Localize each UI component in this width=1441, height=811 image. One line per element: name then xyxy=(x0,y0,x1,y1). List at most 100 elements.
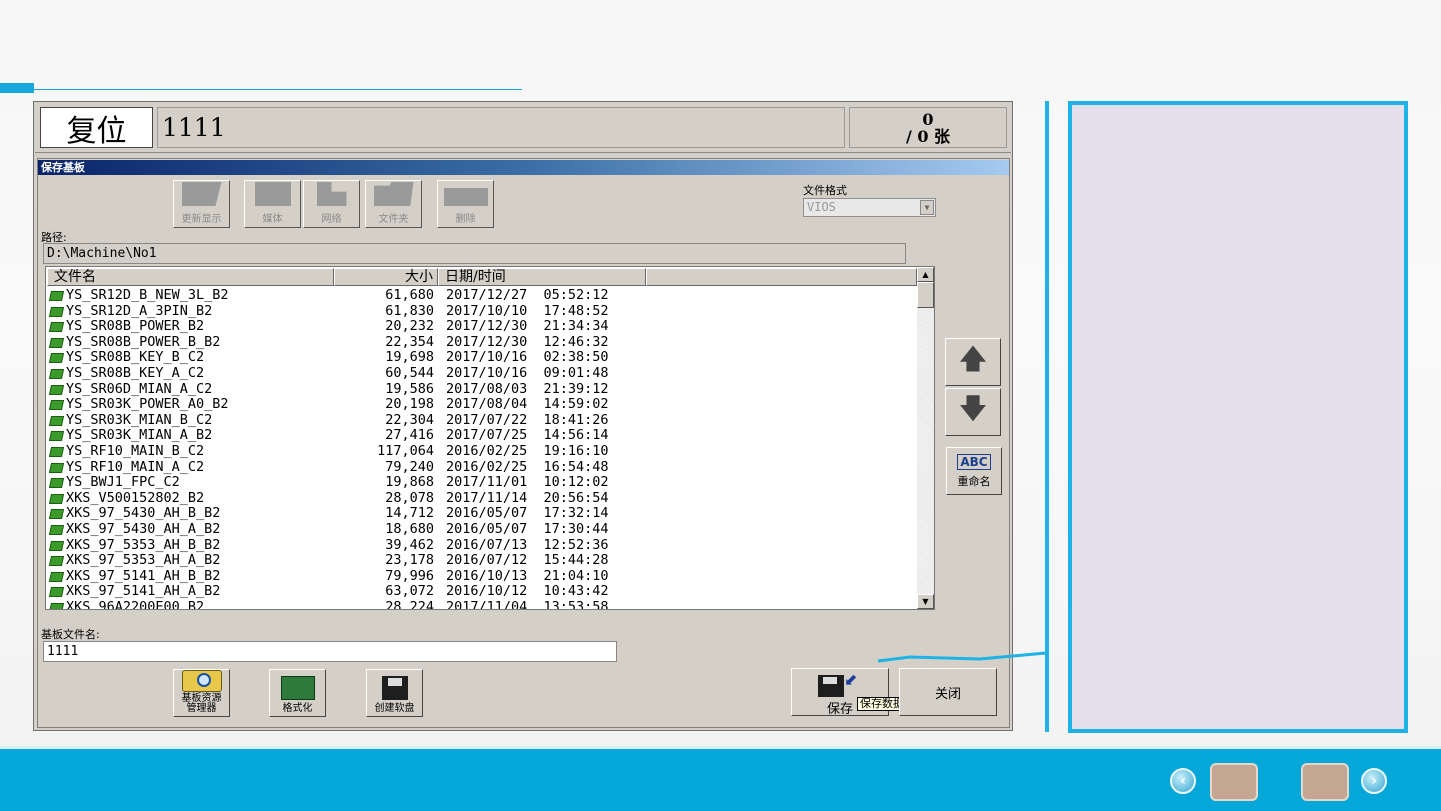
media-icon xyxy=(254,182,291,206)
file-size: 19,698 xyxy=(385,349,434,366)
file-format-value: VIOS xyxy=(807,200,836,214)
close-button[interactable]: 关闭 xyxy=(899,668,997,716)
file-size: 22,354 xyxy=(385,333,434,350)
file-name: XKS_97_5353_AH_A_B2 xyxy=(66,552,221,569)
file-row[interactable]: XKS_97_5353_AH_A_B2 23,178 2016/07/12 15:4… xyxy=(48,552,918,569)
file-date: 2017/11/04 13:53:58 xyxy=(446,598,609,610)
file-date: 2017/10/16 02:38:50 xyxy=(446,349,609,366)
file-row[interactable]: YS_SR08B_KEY_B_C2 19,698 2017/10/16 02:38:… xyxy=(48,350,918,366)
file-date: 2017/10/10 17:48:52 xyxy=(446,302,609,319)
file-size: 20,198 xyxy=(385,396,434,413)
file-row[interactable]: YS_SR03K_MIAN_A_B2 27,416 2017/07/25 14:56… xyxy=(48,428,918,444)
media-label: 媒体 xyxy=(262,214,283,225)
file-name: XKS_97_5353_AH_B_B2 xyxy=(66,536,221,553)
board-file-icon xyxy=(48,540,65,551)
nav-tile-right[interactable] xyxy=(1301,763,1349,801)
scroll-thumb[interactable] xyxy=(917,282,934,308)
rename-abc-icon: ABC xyxy=(957,453,991,470)
file-row[interactable]: XKS_97_5353_AH_B_B2 39,462 2016/07/13 12:5… xyxy=(48,536,918,554)
file-size: 79,240 xyxy=(385,458,434,475)
folder-button[interactable]: 文件夹 xyxy=(365,180,422,228)
folder-icon xyxy=(373,182,414,206)
file-row[interactable]: XKS_97_5141_AH_B_B2 79,996 2016/10/13 21:0… xyxy=(48,567,918,585)
board-file-icon xyxy=(48,368,65,379)
file-row[interactable]: YS_SR12D_A_3PIN_B2 61,830 2017/10/10 17:48… xyxy=(48,302,918,320)
file-row[interactable]: XKS_V500152802_B2 28,078 2017/11/14 20:56:… xyxy=(48,489,918,507)
next-slide-button[interactable]: › xyxy=(1361,768,1387,794)
file-name: YS_SR08B_KEY_B_C2 xyxy=(66,349,205,366)
file-row[interactable]: YS_SR03K_POWER_A0_B2 20,198 2017/08/04 14:… xyxy=(48,397,918,413)
file-date: 2016/02/25 16:54:48 xyxy=(446,458,609,475)
file-size: 23,178 xyxy=(385,552,434,569)
prev-slide-button[interactable]: ‹ xyxy=(1170,768,1196,794)
file-date: 2016/10/12 10:43:42 xyxy=(446,583,609,600)
file-row[interactable]: XKS_97_5141_AH_A_B2 63,072 2016/10/12 10:4… xyxy=(48,584,918,600)
scroll-up-arrow-icon[interactable]: ▲ xyxy=(917,267,934,282)
path-field[interactable]: D:\Machine\No1 xyxy=(43,243,906,264)
floppy-icon xyxy=(381,676,408,700)
file-date: 2016/10/13 21:04:10 xyxy=(446,567,609,584)
board-file-icon xyxy=(48,415,65,426)
file-row[interactable]: YS_SR12D_B_NEW_3L_B2 61,680 2017/12/27 05:… xyxy=(48,287,918,304)
reset-button[interactable]: 复位 xyxy=(40,107,153,149)
media-button[interactable]: 媒体 xyxy=(244,180,301,228)
nav-tile-left[interactable] xyxy=(1210,763,1258,801)
board-file-icon xyxy=(48,478,65,489)
board-file-icon xyxy=(48,602,65,609)
file-row[interactable]: YS_SR08B_POWER_B_B2 22,354 2017/12/30 12:4… xyxy=(48,333,918,351)
file-row[interactable]: YS_RF10_MAIN_A_C2 79,240 2016/02/25 16:54:… xyxy=(48,458,918,476)
file-row[interactable]: YS_SR06D_MIAN_A_C2 19,586 2017/08/03 21:39… xyxy=(48,380,918,398)
file-name: YS_SR08B_POWER_B_B2 xyxy=(66,333,221,350)
refresh-button[interactable]: 更新显示 xyxy=(173,180,230,228)
network-label: 网络 xyxy=(321,214,342,225)
column-header-name[interactable]: 文件名 xyxy=(47,268,334,286)
file-format-select[interactable]: VIOS ▼ xyxy=(803,198,936,217)
column-header-size[interactable]: 大小 xyxy=(334,268,438,286)
file-name: XKS_97_5141_AH_A_B2 xyxy=(66,583,221,600)
file-date: 2016/02/25 19:16:10 xyxy=(446,442,609,459)
scroll-down-arrow-icon[interactable]: ▼ xyxy=(917,594,934,609)
save-label: 保存 xyxy=(827,702,854,717)
board-explorer-button[interactable]: 基板资源 管理器 xyxy=(173,669,230,717)
rename-button[interactable]: ABC 重命名 xyxy=(946,447,1002,495)
file-list[interactable]: 文件名 大小 日期/时间 YS_SR12D_B_NEW_3L_B2 61,680 2… xyxy=(45,266,935,610)
file-name: YS_SR12D_A_3PIN_B2 xyxy=(66,302,213,319)
file-date: 2016/07/13 12:52:36 xyxy=(446,536,609,553)
format-button[interactable]: 格式化 xyxy=(269,669,326,717)
file-row[interactable]: XKS_97_5430_AH_B_B2 14,712 2016/05/07 17:3… xyxy=(48,506,918,522)
file-size: 63,072 xyxy=(385,583,434,600)
network-button[interactable]: 网络 xyxy=(303,180,360,228)
filename-input[interactable]: 1111 xyxy=(43,641,617,662)
file-date: 2017/08/03 21:39:12 xyxy=(446,380,609,397)
file-row[interactable]: YS_SR08B_POWER_B2 20,232 2017/12/30 21:34:… xyxy=(48,319,918,335)
file-date: 2017/11/14 20:56:54 xyxy=(446,489,609,506)
file-row[interactable]: YS_SR08B_KEY_A_C2 60,544 2017/10/16 09:01:… xyxy=(48,364,918,382)
file-row[interactable]: XKS_96A2200E00_B2 28,224 2017/11/04 13:53:… xyxy=(48,598,918,610)
file-list-scrollbar[interactable]: ▲ ▼ xyxy=(917,267,934,609)
file-date: 2017/12/30 12:46:32 xyxy=(446,333,609,350)
board-file-icon xyxy=(48,291,65,301)
move-down-button[interactable]: 🡇 xyxy=(945,388,1001,436)
arrow-up-icon: 🡅 xyxy=(958,342,988,375)
file-date: 2017/11/01 10:12:02 xyxy=(446,474,609,491)
file-name: XKS_97_5430_AH_A_B2 xyxy=(66,520,221,537)
file-row[interactable]: YS_BWJ1_FPC_C2 19,868 2017/11/01 10:12:02 xyxy=(48,475,918,491)
file-size: 79,996 xyxy=(385,567,434,584)
file-row[interactable]: YS_SR03K_MIAN_B_C2 22,304 2017/07/22 18:41… xyxy=(48,411,918,429)
move-up-button[interactable]: 🡅 xyxy=(945,338,1001,386)
file-date: 2017/12/30 21:34:34 xyxy=(446,318,609,335)
file-date: 2017/10/16 09:01:48 xyxy=(446,364,609,381)
file-size: 28,078 xyxy=(385,489,434,506)
file-size: 27,416 xyxy=(385,427,434,444)
column-header-date[interactable]: 日期/时间 xyxy=(438,268,646,286)
file-name: YS_SR03K_MIAN_B_C2 xyxy=(66,411,213,428)
dialog-title: 保存基板 xyxy=(38,160,1009,175)
create-floppy-button[interactable]: 创建软盘 xyxy=(366,669,423,717)
network-icon xyxy=(316,182,347,206)
delete-button[interactable]: 删除 xyxy=(437,180,494,228)
board-file-icon xyxy=(48,446,65,457)
file-row[interactable]: XKS_97_5430_AH_A_B2 18,680 2016/05/07 17:3… xyxy=(48,520,918,538)
save-floppy-icon xyxy=(818,675,844,697)
file-row[interactable]: YS_RF10_MAIN_B_C2 117,064 2016/02/25 19:16… xyxy=(48,442,918,460)
board-file-icon xyxy=(48,400,65,411)
